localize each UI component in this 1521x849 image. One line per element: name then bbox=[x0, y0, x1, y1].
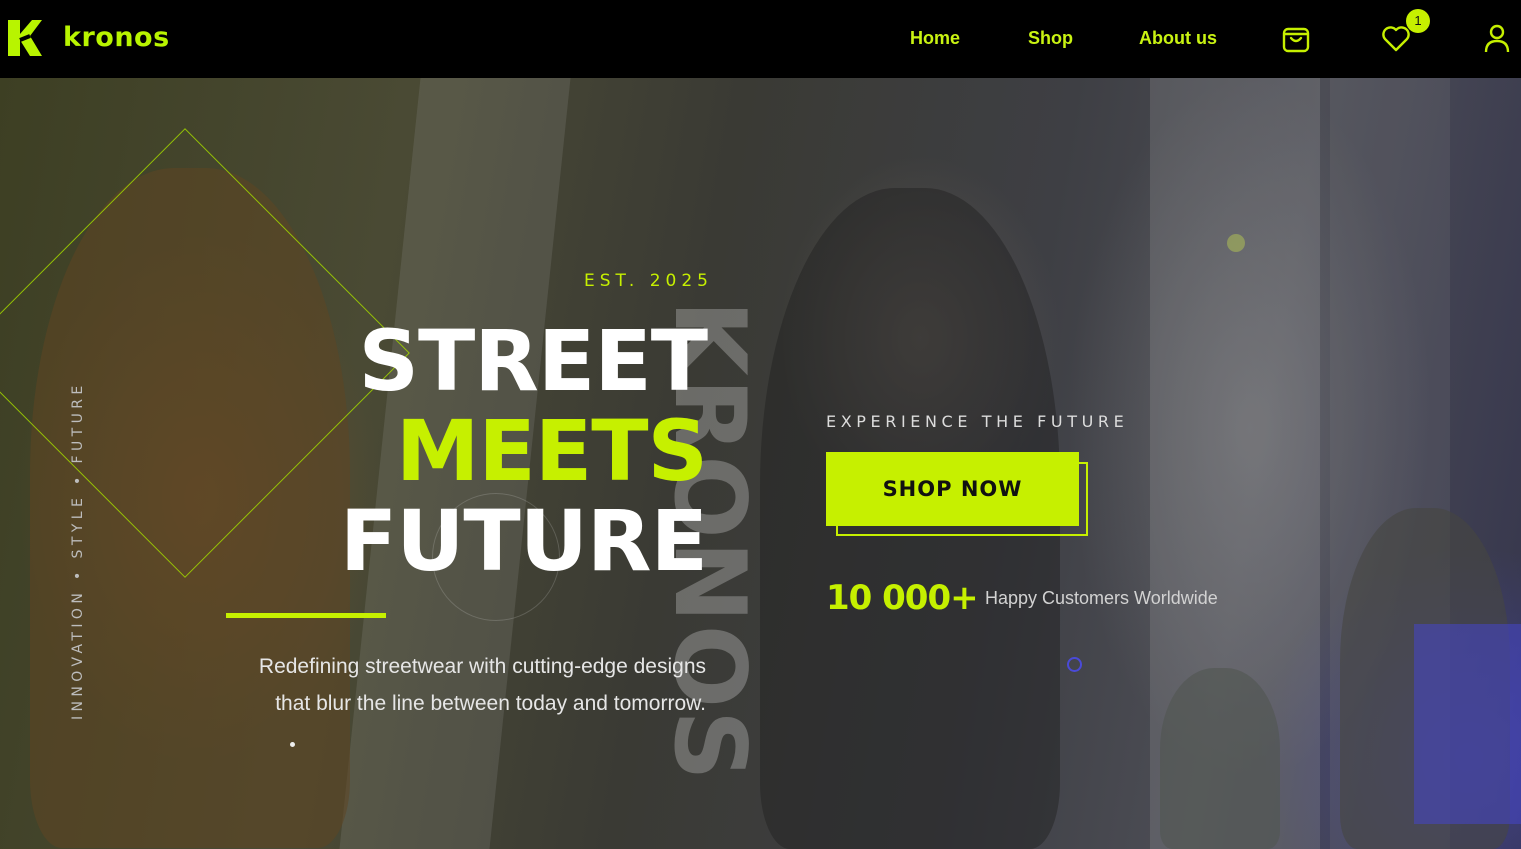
decorative-dot bbox=[1227, 234, 1245, 252]
shop-now-button[interactable]: SHOP NOW bbox=[826, 452, 1079, 526]
nav-shop[interactable]: Shop bbox=[1028, 28, 1073, 49]
hero-headline: STREET MEETS FUTURE bbox=[339, 312, 708, 590]
kronos-logo-icon bbox=[8, 20, 42, 56]
decorative-dot bbox=[290, 742, 295, 747]
blue-overlay bbox=[1414, 624, 1521, 824]
nav-about-us[interactable]: About us bbox=[1139, 28, 1217, 49]
user-icon[interactable] bbox=[1482, 22, 1512, 54]
vertical-tagline: INNOVATION • STYLE • FUTURE bbox=[70, 381, 86, 720]
model-figure bbox=[1160, 668, 1280, 849]
accent-underline bbox=[226, 613, 386, 618]
brand-name: kronos bbox=[63, 22, 170, 53]
hero-tagline: EXPERIENCE THE FUTURE bbox=[826, 412, 1129, 431]
cart-icon[interactable] bbox=[1281, 22, 1311, 54]
brand-logo[interactable]: kronos bbox=[6, 18, 170, 58]
decorative-ring bbox=[1067, 657, 1082, 672]
hero-section: INNOVATION • STYLE • FUTURE EST. 2025 KR… bbox=[0, 78, 1521, 849]
heart-icon[interactable] bbox=[1381, 23, 1411, 55]
top-navbar: kronos Home Shop About us 1 bbox=[0, 0, 1521, 78]
established-label: EST. 2025 bbox=[584, 271, 713, 291]
customer-count: 10 000+ bbox=[826, 578, 979, 618]
headline-line-3: FUTURE bbox=[339, 492, 708, 590]
headline-line-2: MEETS bbox=[395, 402, 708, 500]
nav-home[interactable]: Home bbox=[910, 28, 960, 49]
customer-count-label: Happy Customers Worldwide bbox=[985, 588, 1218, 608]
hero-description: Redefining streetwear with cutting-edge … bbox=[258, 655, 706, 715]
headline-line-1: STREET bbox=[358, 312, 708, 410]
wishlist-count-badge: 1 bbox=[1406, 9, 1430, 33]
